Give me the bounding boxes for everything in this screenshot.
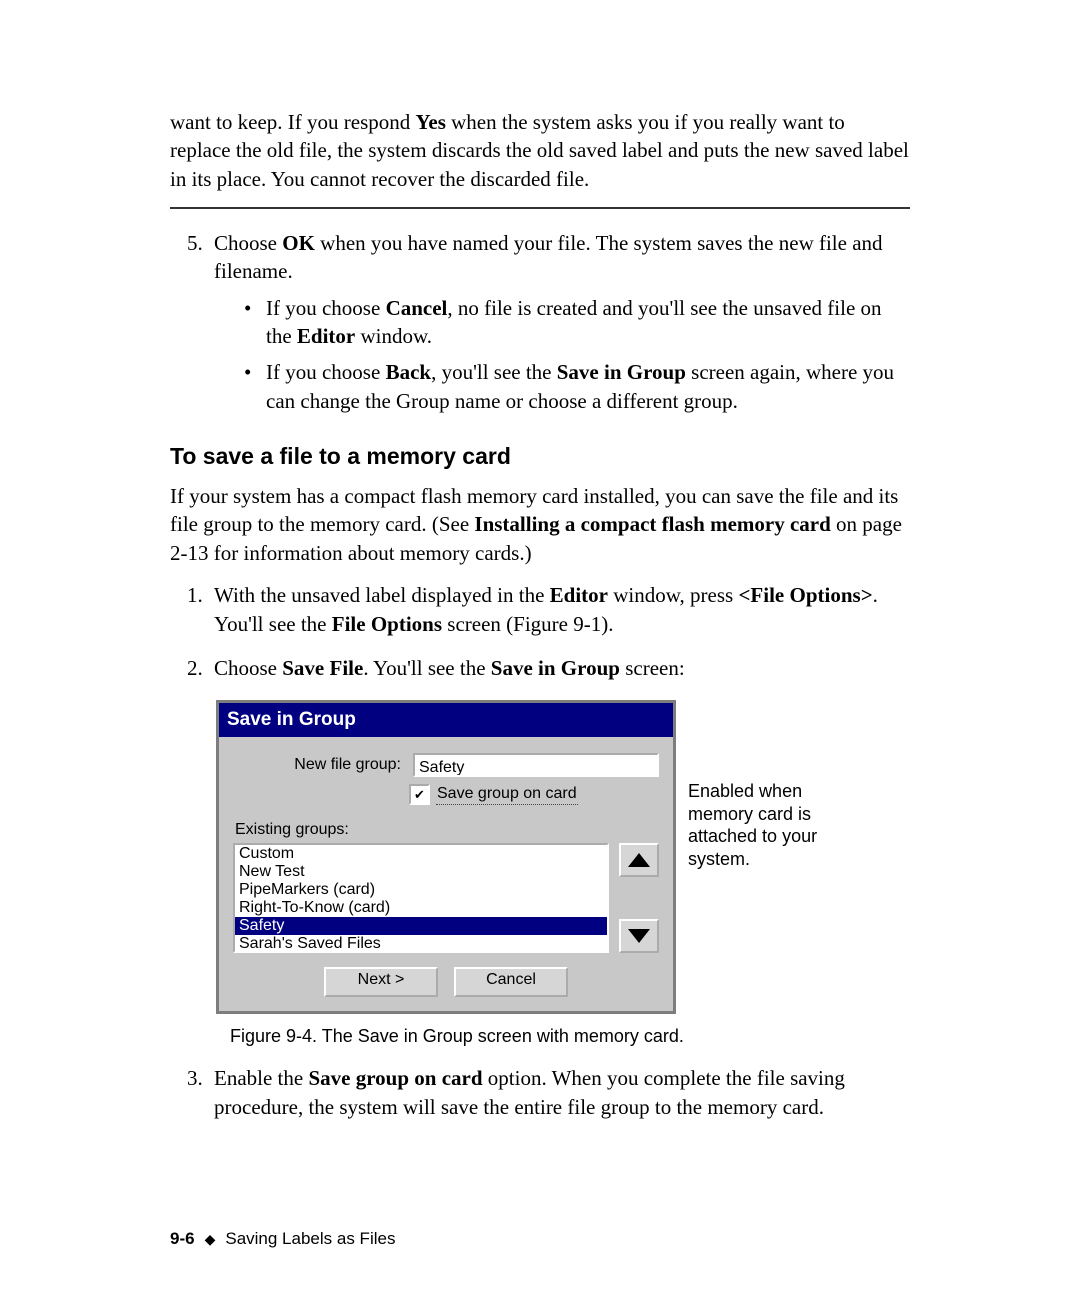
text: Choose bbox=[214, 231, 282, 255]
section-intro: If your system has a compact flash memor… bbox=[170, 482, 910, 567]
save-on-card-label: Save group on card bbox=[436, 783, 578, 806]
yes-bold: Yes bbox=[416, 110, 446, 134]
triangle-up-icon bbox=[628, 853, 650, 867]
steps-memory-card: With the unsaved label displayed in the … bbox=[170, 581, 910, 682]
step-3: Enable the Save group on card option. Wh… bbox=[208, 1064, 910, 1121]
existing-groups-label: Existing groups: bbox=[235, 819, 659, 841]
triangle-down-icon bbox=[628, 929, 650, 943]
step-2: Choose Save File. You'll see the Save in… bbox=[208, 654, 910, 682]
existing-groups-listbox[interactable]: Custom New Test PipeMarkers (card) Right… bbox=[233, 843, 609, 953]
list-item[interactable]: Sarah's Saved Files bbox=[235, 935, 607, 953]
steps-continued: Enable the Save group on card option. Wh… bbox=[170, 1064, 910, 1121]
page-footer: 9-6 ◆ Saving Labels as Files bbox=[170, 1228, 910, 1251]
next-button[interactable]: Next > bbox=[324, 967, 438, 997]
step-1: With the unsaved label displayed in the … bbox=[208, 581, 910, 638]
section-heading: To save a file to a memory card bbox=[170, 441, 910, 472]
footer-section-title: Saving Labels as Files bbox=[225, 1228, 395, 1251]
substep-back: If you choose Back, you'll see the Save … bbox=[244, 358, 910, 415]
continuation-paragraph: want to keep. If you respond Yes when th… bbox=[170, 108, 910, 193]
ok-bold: OK bbox=[282, 231, 315, 255]
substep-cancel: If you choose Cancel, no file is created… bbox=[244, 294, 910, 351]
cancel-button[interactable]: Cancel bbox=[454, 967, 568, 997]
substeps: If you choose Cancel, no file is created… bbox=[214, 294, 910, 415]
save-in-group-dialog: Save in Group New file group: Safety ✔ S… bbox=[216, 700, 676, 1014]
list-item[interactable]: Right-To-Know (card) bbox=[235, 899, 607, 917]
save-on-card-checkbox[interactable]: ✔ bbox=[409, 784, 430, 805]
scroll-down-button[interactable] bbox=[619, 919, 659, 953]
text: when you have named your file. The syste… bbox=[214, 231, 883, 283]
figure-caption: Figure 9-4. The Save in Group screen wit… bbox=[230, 1024, 910, 1048]
step-5: Choose OK when you have named your file.… bbox=[208, 229, 910, 415]
steps-5: Choose OK when you have named your file.… bbox=[170, 229, 910, 415]
list-item[interactable]: PipeMarkers (card) bbox=[235, 881, 607, 899]
list-item[interactable]: Custom bbox=[235, 845, 607, 863]
new-file-group-row: New file group: Safety bbox=[233, 753, 659, 777]
page-number: 9-6 bbox=[170, 1228, 195, 1251]
diamond-icon: ◆ bbox=[205, 1230, 216, 1249]
list-item[interactable]: New Test bbox=[235, 863, 607, 881]
callout-text: Enabled when memory card is attached to … bbox=[688, 780, 848, 870]
new-file-group-label: New file group: bbox=[233, 754, 405, 776]
list-item-selected[interactable]: Safety bbox=[235, 917, 607, 935]
figure-save-in-group: Save in Group New file group: Safety ✔ S… bbox=[216, 700, 910, 1014]
check-icon: ✔ bbox=[414, 788, 425, 801]
scroll-up-button[interactable] bbox=[619, 843, 659, 877]
save-on-card-row: ✔ Save group on card bbox=[409, 783, 659, 806]
divider bbox=[170, 207, 910, 209]
dialog-titlebar: Save in Group bbox=[219, 703, 673, 737]
text: want to keep. If you respond bbox=[170, 110, 416, 134]
new-file-group-input[interactable]: Safety bbox=[413, 753, 659, 777]
